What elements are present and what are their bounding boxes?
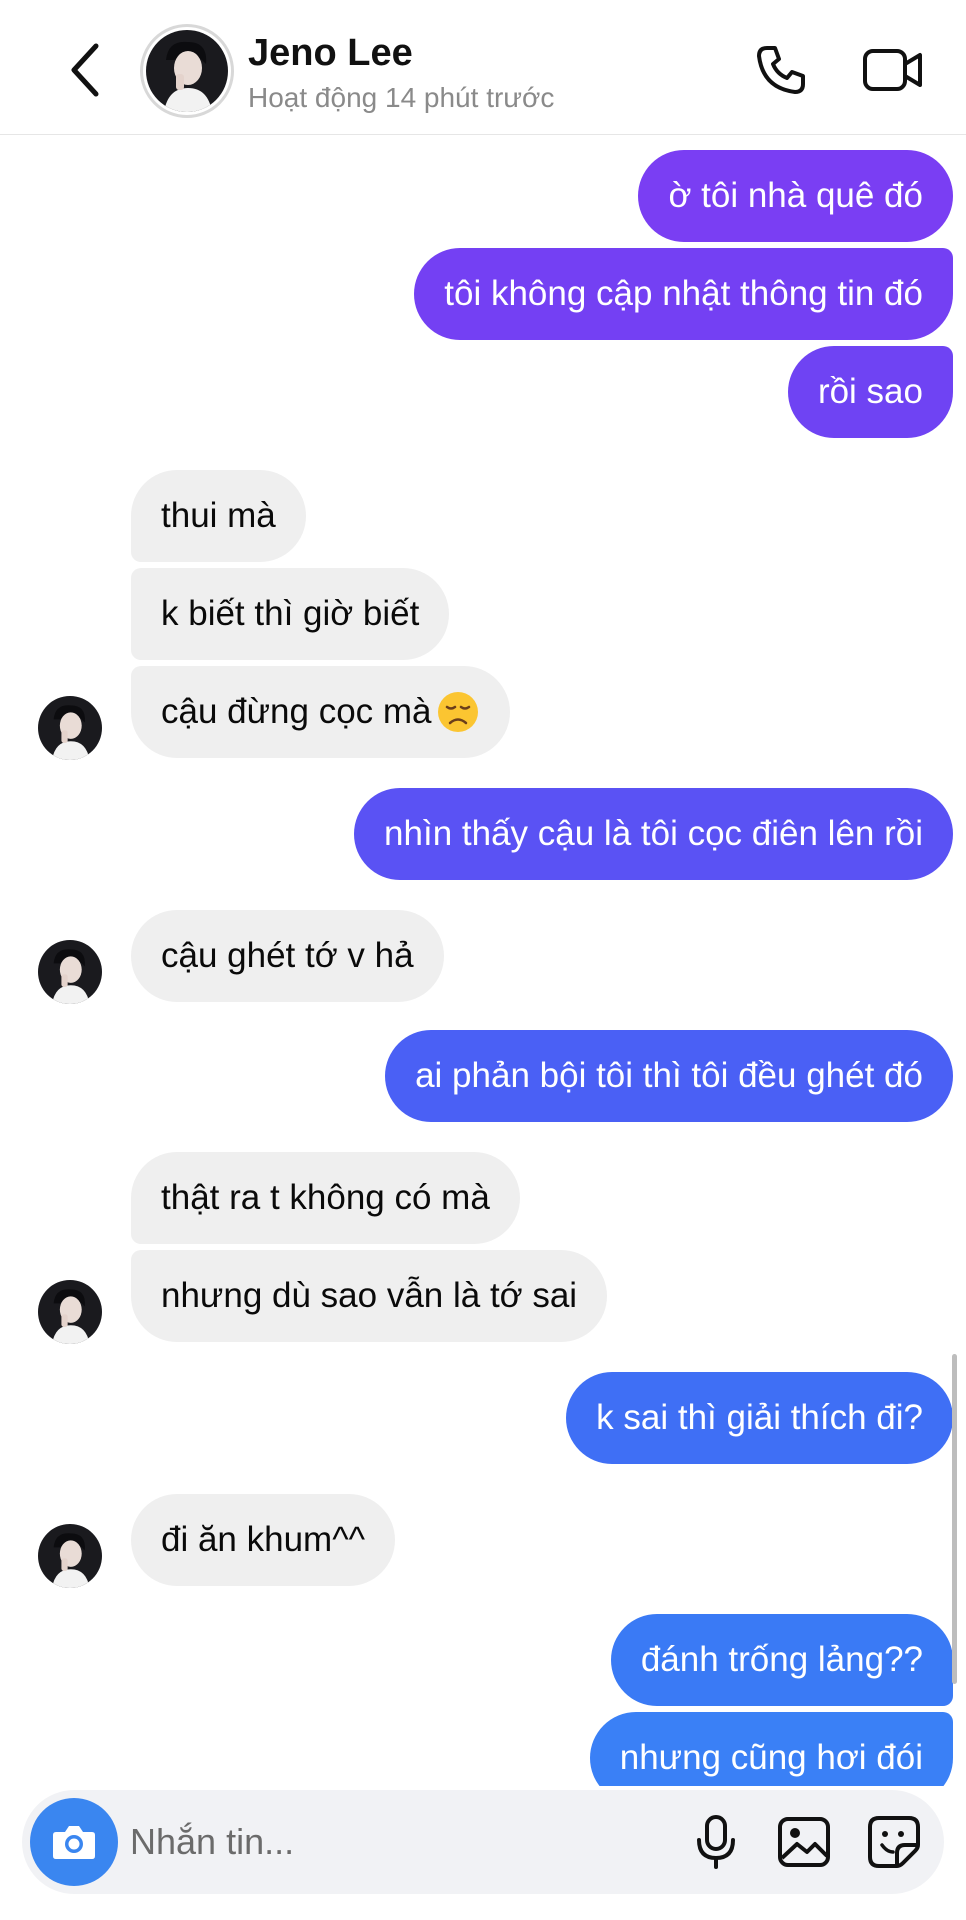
contact-avatar-small[interactable] [38,696,102,760]
disappointed-face-emoji [437,692,478,732]
sticker-button[interactable] [862,1810,926,1874]
outgoing-message[interactable]: đánh trống lảng?? [610,1614,953,1706]
contact-name: Jeno Lee [248,32,413,74]
microphone-icon [697,1815,735,1869]
scrollbar[interactable] [952,1354,957,1684]
back-chevron-icon [71,43,99,97]
sticker-icon [868,1816,920,1868]
incoming-message[interactable]: thật ra t không có mà [131,1152,520,1244]
incoming-message[interactable]: cậu đừng cọc mà [131,666,510,758]
message-thread[interactable]: ờ tôi nhà quê đó tôi không cập nhật thôn… [0,136,966,1786]
outgoing-message[interactable]: rồi sao [787,346,953,438]
camera-icon [53,1826,95,1859]
message-input[interactable] [130,1812,650,1872]
outgoing-message[interactable]: ờ tôi nhà quê đó [638,150,953,242]
voice-call-button[interactable] [746,38,816,102]
outgoing-message[interactable]: nhưng cũng hơi đói [589,1712,953,1786]
message-composer [22,1790,944,1894]
image-icon [778,1817,830,1867]
video-call-button[interactable] [858,38,928,102]
video-camera-icon [863,49,922,91]
gallery-button[interactable] [772,1810,836,1874]
outgoing-message[interactable]: nhìn thấy cậu là tôi cọc điên lên rồi [354,788,953,880]
incoming-message[interactable]: cậu ghét tớ v hả [131,910,444,1002]
incoming-message[interactable]: đi ăn khum^^ [131,1494,396,1586]
back-button[interactable] [50,30,120,110]
activity-status: Hoạt động 14 phút trước [248,82,555,113]
chat-header: Jeno Lee Hoạt động 14 phút trước [0,0,966,135]
incoming-message[interactable]: k biết thì giờ biết [131,568,450,660]
phone-icon [757,46,805,94]
voice-message-button[interactable] [684,1810,748,1874]
incoming-message[interactable]: nhưng dù sao vẫn là tớ sai [131,1250,608,1342]
camera-button[interactable] [30,1798,118,1886]
contact-avatar[interactable] [140,24,234,118]
outgoing-message[interactable]: ai phản bội tôi thì tôi đều ghét đó [385,1030,953,1122]
contact-avatar-small[interactable] [38,1524,102,1588]
contact-avatar-small[interactable] [38,1280,102,1344]
outgoing-message[interactable]: tôi không cập nhật thông tin đó [414,248,953,340]
contact-avatar-small[interactable] [38,940,102,1004]
incoming-message[interactable]: thui mà [131,470,306,562]
outgoing-message[interactable]: k sai thì giải thích đi? [566,1372,953,1464]
